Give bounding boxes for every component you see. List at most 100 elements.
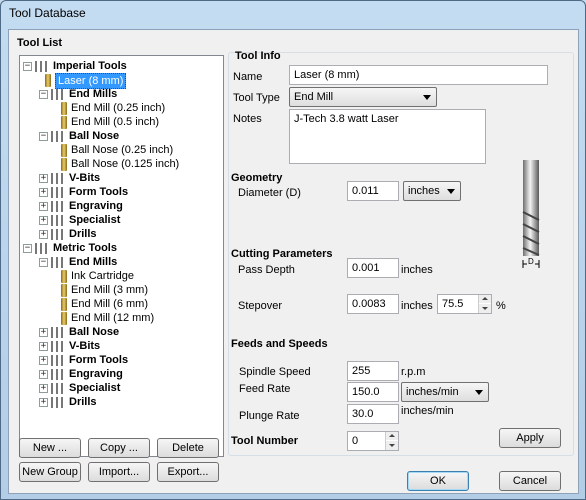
tree-group-row[interactable]: + Engraving <box>20 367 220 381</box>
chevron-down-icon <box>447 189 455 194</box>
end-mill-icon <box>61 270 67 283</box>
stepover-percent-field[interactable]: 75.5 <box>437 294 492 314</box>
chevron-down-icon <box>475 390 483 395</box>
expand-icon[interactable]: + <box>39 342 48 351</box>
tree-group-label: Metric Tools <box>53 242 117 254</box>
tool-group-icon <box>51 326 69 338</box>
pass-depth-label: Pass Depth <box>238 264 295 276</box>
collapse-icon[interactable]: − <box>23 62 32 71</box>
tool-number-spinner[interactable] <box>385 432 398 450</box>
expand-icon[interactable]: + <box>39 356 48 365</box>
expand-icon[interactable]: + <box>39 174 48 183</box>
stepover-field[interactable]: 0.0083 <box>347 294 399 314</box>
tree-group-row[interactable]: + Form Tools <box>20 185 220 199</box>
notes-field[interactable]: J-Tech 3.8 watt Laser <box>289 109 486 164</box>
pass-depth-field[interactable]: 0.001 <box>347 258 399 278</box>
stepover-label: Stepover <box>238 300 283 312</box>
export-button[interactable]: Export... <box>157 462 219 482</box>
diameter-field[interactable]: 0.011 <box>347 181 399 201</box>
tree-tool-row[interactable]: Ink Cartridge <box>20 269 220 283</box>
tree-group-label: Engraving <box>69 200 123 212</box>
tool-number-field[interactable]: 0 <box>347 431 399 451</box>
tree-group-row[interactable]: + Ball Nose <box>20 325 220 339</box>
stepover-percent-spinner[interactable] <box>478 295 491 313</box>
collapse-icon[interactable]: − <box>39 258 48 267</box>
tool-tree[interactable]: − Imperial Tools Laser (8 mm) − End Mills End… <box>19 55 224 457</box>
tree-group-row[interactable]: − Ball Nose <box>20 129 220 143</box>
expand-icon[interactable]: + <box>39 188 48 197</box>
tool-type-select[interactable]: End Mill <box>289 87 437 107</box>
tree-tool-row[interactable]: End Mill (3 mm) <box>20 283 220 297</box>
tool-group-icon <box>51 340 69 352</box>
tree-group-row[interactable]: + Specialist <box>20 213 220 227</box>
tree-tool-row[interactable]: End Mill (6 mm) <box>20 297 220 311</box>
spin-up-icon[interactable] <box>479 295 491 303</box>
tree-group-row[interactable]: − Metric Tools <box>20 241 220 255</box>
end-mill-diagram <box>522 160 540 268</box>
tree-tool-row[interactable]: End Mill (0.25 inch) <box>20 101 220 115</box>
import-button[interactable]: Import... <box>88 462 150 482</box>
expand-icon[interactable]: + <box>39 202 48 211</box>
apply-button[interactable]: Apply <box>499 428 561 448</box>
tool-group-icon <box>51 256 69 268</box>
delete-tool-button[interactable]: Delete <box>157 438 219 458</box>
tool-group-icon <box>35 60 53 72</box>
expand-icon[interactable]: + <box>39 230 48 239</box>
tree-tool-row[interactable]: Laser (8 mm) <box>20 73 220 89</box>
collapse-icon[interactable]: − <box>23 244 32 253</box>
name-field[interactable]: Laser (8 mm) <box>289 65 548 85</box>
tree-group-row[interactable]: + Engraving <box>20 199 220 213</box>
spin-down-icon[interactable] <box>386 441 398 450</box>
diameter-units-select[interactable]: inches <box>403 181 461 201</box>
spin-up-icon[interactable] <box>386 432 398 440</box>
feed-rate-units-select[interactable]: inches/min <box>401 382 489 402</box>
cancel-button[interactable]: Cancel <box>499 471 561 491</box>
new-group-button[interactable]: New Group <box>19 462 81 482</box>
tool-group-icon <box>51 214 69 226</box>
tool-type-label: Tool Type <box>233 92 280 104</box>
tree-group-row[interactable]: + V-Bits <box>20 171 220 185</box>
plunge-rate-field[interactable]: 30.0 <box>347 404 399 424</box>
new-tool-button[interactable]: New ... <box>19 438 81 458</box>
tree-group-row[interactable]: − Imperial Tools <box>20 59 220 73</box>
tool-list-heading: Tool List <box>17 37 63 49</box>
name-label: Name <box>233 71 263 83</box>
end-mill-icon <box>61 312 67 325</box>
tree-tool-row[interactable]: End Mill (0.5 inch) <box>20 115 220 129</box>
tool-group-icon <box>51 186 69 198</box>
tree-group-row[interactable]: − End Mills <box>20 87 220 101</box>
collapse-icon[interactable]: − <box>39 90 48 99</box>
feed-rate-field[interactable]: 150.0 <box>347 382 399 402</box>
spin-down-icon[interactable] <box>479 304 491 313</box>
tree-group-label: Form Tools <box>69 354 129 366</box>
tree-tool-label: Ball Nose (0.125 inch) <box>71 158 180 170</box>
tree-group-row[interactable]: + V-Bits <box>20 339 220 353</box>
tree-tool-row[interactable]: End Mill (12 mm) <box>20 311 220 325</box>
expand-icon[interactable]: + <box>39 384 48 393</box>
expand-icon[interactable]: + <box>39 216 48 225</box>
ok-button[interactable]: OK <box>407 471 469 491</box>
dialog-client-area: Tool List − Imperial Tools Laser (8 mm) − En… <box>8 29 579 494</box>
tree-group-row[interactable]: + Drills <box>20 395 220 409</box>
collapse-icon[interactable]: − <box>39 132 48 141</box>
spindle-speed-label: Spindle Speed <box>239 366 311 378</box>
diameter-diagram-label: D <box>527 257 535 266</box>
spindle-speed-field[interactable]: 255 <box>347 361 399 381</box>
tree-group-row[interactable]: + Specialist <box>20 381 220 395</box>
tree-group-label: V-Bits <box>69 340 101 352</box>
copy-tool-button[interactable]: Copy ... <box>88 438 150 458</box>
tool-group-icon <box>51 354 69 366</box>
tool-group-icon <box>51 88 69 100</box>
tree-group-row[interactable]: + Form Tools <box>20 353 220 367</box>
end-mill-icon <box>61 298 67 311</box>
tree-tool-row[interactable]: Ball Nose (0.25 inch) <box>20 143 220 157</box>
tree-group-label: Ball Nose <box>69 130 120 142</box>
stepover-percent-value: 75.5 <box>442 298 464 310</box>
expand-icon[interactable]: + <box>39 370 48 379</box>
tree-group-row[interactable]: − End Mills <box>20 255 220 269</box>
expand-icon[interactable]: + <box>39 328 48 337</box>
tree-tool-row[interactable]: Ball Nose (0.125 inch) <box>20 157 220 171</box>
expand-icon[interactable]: + <box>39 398 48 407</box>
notes-label: Notes <box>233 113 262 125</box>
tree-group-row[interactable]: + Drills <box>20 227 220 241</box>
